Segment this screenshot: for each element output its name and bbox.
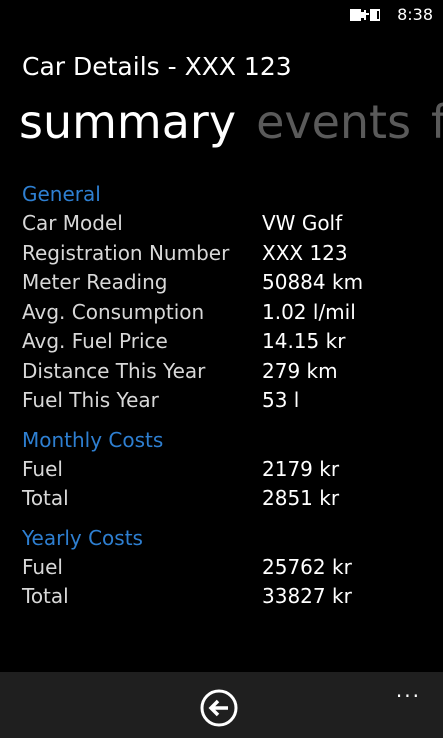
row-label: Total xyxy=(22,486,69,510)
detail-row: Meter Reading 50884 km xyxy=(22,268,443,298)
pivot-header: summary events fu xyxy=(19,92,443,152)
screen: 8:38 Car Details - XXX 123 summary events… xyxy=(0,0,443,738)
row-value: VW Golf xyxy=(262,211,343,235)
row-value: 53 l xyxy=(262,388,300,412)
detail-row: Distance This Year 279 km xyxy=(22,357,443,387)
detail-row: Avg. Fuel Price 14.15 kr xyxy=(22,327,443,357)
pivot-item-summary[interactable]: summary xyxy=(19,92,236,152)
row-value: 2179 kr xyxy=(262,456,340,481)
more-options-button[interactable]: ... xyxy=(396,678,421,702)
detail-row: Fuel This Year 53 l xyxy=(22,386,443,416)
row-label: Total xyxy=(22,584,69,608)
pivot-item-events[interactable]: events xyxy=(256,92,411,152)
row-label: Fuel This Year xyxy=(22,388,159,412)
row-label: Fuel xyxy=(22,554,63,579)
row-value: 1.02 l/mil xyxy=(262,299,356,324)
row-label: Registration Number xyxy=(22,240,230,265)
row-value: 50884 km xyxy=(262,270,364,294)
detail-row: Total 2851 kr xyxy=(22,484,443,514)
row-value: 14.15 kr xyxy=(262,329,346,353)
row-value: 25762 kr xyxy=(262,554,352,579)
clock: 8:38 xyxy=(397,5,433,24)
detail-row: Fuel 2179 kr xyxy=(22,455,443,485)
section-title-monthly-costs: Monthly Costs xyxy=(22,427,164,452)
row-label: Car Model xyxy=(22,211,123,235)
page-title: Car Details - XXX 123 xyxy=(22,52,292,81)
detail-row: Registration Number XXX 123 xyxy=(22,239,443,269)
row-label: Distance This Year xyxy=(22,358,206,383)
section-title-yearly-costs: Yearly Costs xyxy=(22,525,143,550)
pivot-item-fuel[interactable]: fu xyxy=(431,92,443,152)
row-label: Avg. Consumption xyxy=(22,299,205,324)
row-value: 2851 kr xyxy=(262,486,340,510)
detail-row: Car Model VW Golf xyxy=(22,209,443,239)
row-value: 33827 kr xyxy=(262,584,352,608)
row-label: Avg. Fuel Price xyxy=(22,329,168,353)
section-title-general: General xyxy=(22,182,101,206)
summary-content: General Car Model VW Golf Registration N… xyxy=(22,180,443,612)
row-value: 279 km xyxy=(262,358,338,383)
status-bar: 8:38 xyxy=(0,0,443,32)
row-label: Meter Reading xyxy=(22,270,168,294)
app-bar: ... xyxy=(0,672,443,738)
detail-row: Avg. Consumption 1.02 l/mil xyxy=(22,298,443,328)
row-value: XXX 123 xyxy=(262,240,348,265)
row-label: Fuel xyxy=(22,456,63,481)
back-arrow-icon[interactable] xyxy=(199,688,239,728)
battery-charging-icon xyxy=(350,9,380,21)
detail-row: Fuel 25762 kr xyxy=(22,553,443,583)
detail-row: Total 33827 kr xyxy=(22,582,443,612)
